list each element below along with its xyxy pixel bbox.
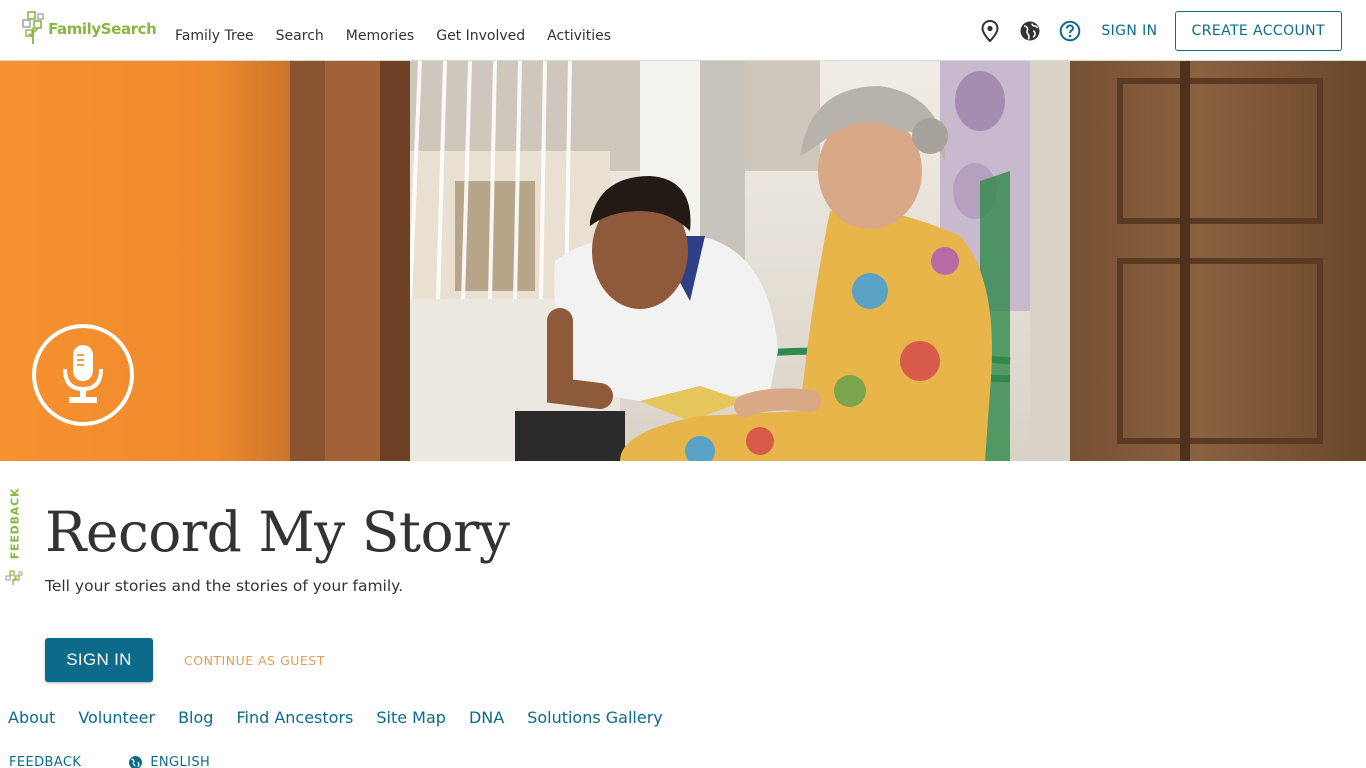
- nav-search[interactable]: Search: [276, 26, 324, 46]
- main-nav: Family Tree Search Memories Get Involved…: [175, 0, 633, 61]
- footer-link-volunteer[interactable]: Volunteer: [78, 708, 155, 728]
- footer-link-dna[interactable]: DNA: [469, 708, 504, 728]
- microphone-icon: [63, 345, 103, 403]
- footer-links: About Volunteer Blog Find Ancestors Site…: [8, 708, 686, 728]
- location-pin-icon[interactable]: [979, 19, 1001, 42]
- language-label: ENGLISH: [150, 755, 211, 768]
- logo-wordmark: FamilySearch: [48, 20, 157, 38]
- language-globe-icon: [128, 755, 143, 768]
- nav-activities[interactable]: Activities: [547, 26, 611, 46]
- globe-icon[interactable]: [1019, 20, 1041, 42]
- language-selector[interactable]: ENGLISH: [128, 755, 210, 768]
- footer-link-blog[interactable]: Blog: [178, 708, 213, 728]
- create-account-button[interactable]: CREATE ACCOUNT: [1174, 10, 1342, 51]
- feedback-side-tab[interactable]: FEEDBACK: [4, 486, 26, 560]
- sign-in-button[interactable]: SIGN IN: [45, 638, 153, 682]
- help-icon[interactable]: [1059, 20, 1081, 42]
- footer-link-about[interactable]: About: [8, 708, 55, 728]
- hero-banner: [0, 61, 1366, 461]
- feedback-tree-icon[interactable]: [5, 570, 25, 590]
- microphone-badge: [32, 324, 134, 426]
- nav-family-tree[interactable]: Family Tree: [175, 26, 254, 46]
- family-tree-logo-icon: [22, 11, 44, 44]
- footer-bottom-bar: FEEDBACK ENGLISH: [9, 755, 210, 768]
- page-title: Record My Story: [45, 500, 510, 564]
- footer-link-solutions-gallery[interactable]: Solutions Gallery: [527, 708, 663, 728]
- continue-as-guest-link[interactable]: CONTINUE AS GUEST: [184, 653, 325, 668]
- header-actions: SIGN IN CREATE ACCOUNT: [979, 0, 1342, 61]
- footer-link-find-ancestors[interactable]: Find Ancestors: [236, 708, 353, 728]
- familysearch-logo[interactable]: FamilySearch: [22, 11, 157, 45]
- site-header: FamilySearch Family Tree Search Memories…: [0, 0, 1366, 61]
- page-subtitle: Tell your stories and the stories of you…: [45, 577, 404, 595]
- nav-memories[interactable]: Memories: [346, 26, 414, 46]
- footer-link-site-map[interactable]: Site Map: [376, 708, 446, 728]
- footer-feedback-link[interactable]: FEEDBACK: [9, 755, 81, 768]
- hero-photo: [0, 61, 1366, 461]
- header-sign-in-link[interactable]: SIGN IN: [1101, 23, 1157, 39]
- feedback-side-tab-label: FEEDBACK: [8, 487, 22, 559]
- nav-get-involved[interactable]: Get Involved: [436, 26, 525, 46]
